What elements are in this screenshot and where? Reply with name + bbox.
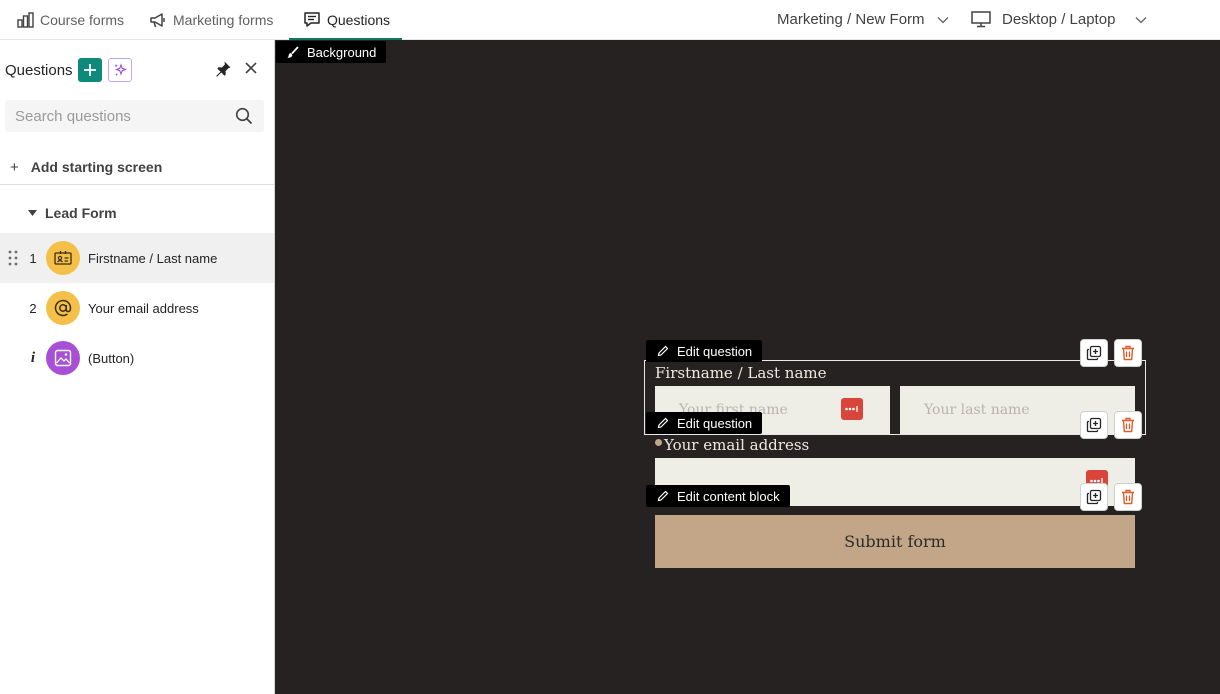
question-item-firstname-lastname[interactable]: 1 Firstname / Last name [0,233,274,283]
pin-icon[interactable] [214,60,232,83]
trash-icon [1122,417,1134,433]
add-starting-screen-button[interactable]: + Add starting screen [0,150,274,185]
device-selector-dropdown[interactable]: Desktop / Laptop [971,0,1147,39]
tab-marketing-forms[interactable]: Marketing forms [149,0,273,39]
trash-icon [1122,489,1134,505]
delete-button[interactable] [1114,339,1142,367]
top-navigation-bar: Course forms Marketing forms Questions M… [0,0,1220,40]
search-box [5,100,264,132]
duplicate-button[interactable] [1080,483,1108,511]
pencil-icon [657,417,669,429]
close-icon[interactable] [244,61,258,80]
monitor-icon [971,11,991,28]
chevron-down-icon [937,16,949,23]
background-tag[interactable]: Background [276,41,387,63]
form-selector-value: Marketing / New Form [777,11,925,28]
bar-chart-icon [17,11,34,28]
edit-content-block-tag[interactable]: Edit content block [646,485,790,507]
ai-generate-button[interactable] [108,58,132,82]
delete-button[interactable] [1114,411,1142,439]
background-tag-label: Background [307,44,377,60]
questions-sidebar: Questions + Add starting screen [0,40,275,694]
question-title-email: Your email address [664,436,810,454]
submit-form-button[interactable]: Submit form [655,515,1135,568]
drag-handle-icon[interactable] [8,250,18,266]
edit-question-tag[interactable]: Edit question [646,340,763,362]
caret-down-icon [28,210,37,216]
question-item-email[interactable]: 2 Your email address [0,283,274,333]
search-input[interactable] [5,106,235,126]
pencil-icon [657,345,669,357]
edit-question-label: Edit question [677,415,753,431]
add-starting-screen-label: Add starting screen [30,159,163,175]
brush-icon [287,46,299,58]
contact-card-icon [46,241,80,275]
form-questions-icon [304,12,320,27]
delete-button[interactable] [1114,483,1142,511]
plus-icon: + [10,158,19,176]
password-manager-icon[interactable] [841,398,863,420]
edit-content-block-label: Edit content block [677,488,780,504]
submit-form-label: Submit form [844,532,946,551]
question-title-firstname-lastname: Firstname / Last name [655,364,827,382]
form-canvas[interactable]: Background Edit question Firstname / Las… [275,40,1220,694]
tab-course-forms[interactable]: Course forms [17,0,124,39]
tab-questions[interactable]: Questions [288,0,403,40]
plus-icon [84,64,96,76]
image-icon [46,341,80,375]
question-item-button[interactable]: i (Button) [0,333,274,383]
tab-questions-label: Questions [327,11,391,28]
duplicate-icon [1086,417,1102,433]
form-selector-dropdown[interactable]: Marketing / New Form [777,0,949,39]
megaphone-icon [150,12,165,27]
sparkle-icon [114,63,127,76]
tab-course-forms-label: Course forms [40,11,125,28]
trash-icon [1122,345,1134,361]
tab-marketing-forms-label: Marketing forms [173,11,274,28]
pencil-icon [657,490,669,502]
edit-question-tag[interactable]: Edit question [646,412,763,434]
add-question-button[interactable] [78,58,102,82]
device-selector-value: Desktop / Laptop [1002,11,1116,28]
duplicate-button[interactable] [1080,411,1108,439]
question-number: 1 [29,250,37,266]
sidebar-title: Questions [5,62,73,79]
chevron-down-icon [1135,16,1147,23]
search-icon[interactable] [235,107,253,125]
section-label: Lead Form [45,205,117,221]
required-dot [655,439,662,446]
question-label: (Button) [88,350,135,366]
section-header-lead-form[interactable]: Lead Form [0,198,117,228]
info-icon: i [30,349,36,366]
question-label: Firstname / Last name [88,250,218,266]
lastname-placeholder: Your last name [924,402,1030,418]
edit-question-label: Edit question [677,343,753,359]
question-number: 2 [29,300,37,316]
duplicate-icon [1086,489,1102,505]
duplicate-icon [1086,345,1102,361]
duplicate-button[interactable] [1080,339,1108,367]
at-sign-icon [46,291,80,325]
question-label: Your email address [88,300,199,316]
